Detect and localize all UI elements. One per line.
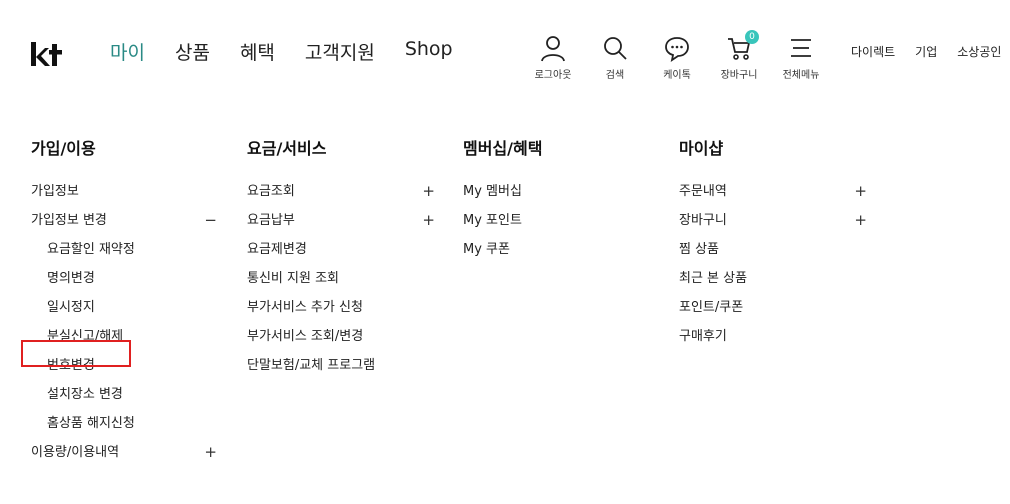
logout-label: 로그아웃 [534, 70, 572, 81]
column-title: 멤버십/혜택 [463, 139, 543, 158]
menu-column-join-use: 가입/이용 가입정보 가입정보 변경 − 요금할인 재약정 명의변경 일시정지 … [31, 135, 217, 467]
menu-item-label: 이용량/이용내역 [31, 445, 120, 460]
menu-item-join-info-change[interactable]: 가입정보 변경 − [31, 206, 217, 235]
cart-label: 장바구니 [720, 70, 758, 81]
nav-products[interactable]: 상품 [175, 38, 210, 65]
expand-icon[interactable]: + [854, 206, 867, 235]
menu-column-billing-service: 요금/서비스 요금조회 + 요금납부 + 요금제변경 통신비 지원 조회 부가서… [247, 135, 435, 380]
menu-item-reviews[interactable]: 구매후기 [679, 322, 867, 351]
menu-item-wishlist[interactable]: 찜 상품 [679, 235, 867, 264]
menu-icon [791, 39, 811, 57]
collapse-icon[interactable]: − [204, 206, 217, 235]
link-direct[interactable]: 다이렉트 [851, 43, 895, 60]
submenu-item-suspend[interactable]: 일시정지 [31, 293, 217, 322]
expand-icon[interactable]: + [854, 177, 867, 206]
submenu-item-name-change[interactable]: 명의변경 [31, 264, 217, 293]
utility-bar: 로그아웃 검색 케이톡 0 장바구니 전체메뉴 [522, 30, 832, 81]
menu-item-label: 장바구니 [679, 213, 727, 228]
nav-support[interactable]: 고객지원 [305, 38, 375, 65]
menu-item-plan-change[interactable]: 요금제변경 [247, 235, 435, 264]
ktalk-label: 케이톡 [663, 70, 691, 81]
menu-item-bill-payment[interactable]: 요금납부 + [247, 206, 435, 235]
logout-button[interactable]: 로그아웃 [522, 34, 584, 81]
menu-item-cart[interactable]: 장바구니 + [679, 206, 867, 235]
menu-item-label: 요금조회 [247, 184, 295, 199]
menu-item-point-coupon[interactable]: 포인트/쿠폰 [679, 293, 867, 322]
all-menu-button[interactable]: 전체메뉴 [770, 34, 832, 81]
main-nav: 마이 상품 혜택 고객지원 Shop [110, 38, 483, 65]
menu-item-my-point[interactable]: My 포인트 [463, 206, 623, 235]
menu-item-usage-history[interactable]: 이용량/이용내역 + [31, 438, 217, 467]
link-business[interactable]: 기업 [915, 43, 937, 60]
all-menu-label: 전체메뉴 [782, 70, 820, 81]
link-small-business[interactable]: 소상공인 [957, 43, 1001, 60]
chat-icon [665, 37, 689, 62]
person-icon [541, 36, 565, 62]
menu-item-device-insurance[interactable]: 단말보험/교체 프로그램 [247, 351, 435, 380]
menu-item-label: 가입정보 변경 [31, 213, 107, 228]
column-title: 가입/이용 [31, 139, 96, 158]
menu-item-addon-change[interactable]: 부가서비스 조회/변경 [247, 322, 435, 351]
kt-logo[interactable] [30, 40, 64, 68]
search-button[interactable]: 검색 [584, 34, 646, 81]
menu-item-addon-request[interactable]: 부가서비스 추가 신청 [247, 293, 435, 322]
expand-icon[interactable]: + [422, 177, 435, 206]
cart-count-badge: 0 [745, 30, 759, 44]
expand-icon[interactable]: + [422, 206, 435, 235]
nav-my[interactable]: 마이 [110, 38, 145, 65]
submenu-item-discount-renewal[interactable]: 요금할인 재약정 [31, 235, 217, 264]
search-label: 검색 [605, 70, 625, 81]
menu-item-order-history[interactable]: 주문내역 + [679, 177, 867, 206]
submenu-item-install-location-change[interactable]: 설치장소 변경 [31, 380, 217, 409]
nav-shop[interactable]: Shop [405, 38, 453, 65]
expand-icon[interactable]: + [204, 438, 217, 467]
menu-item-my-coupon[interactable]: My 쿠폰 [463, 235, 623, 264]
column-title: 요금/서비스 [247, 139, 327, 158]
menu-column-membership: 멤버십/혜택 My 멤버십 My 포인트 My 쿠폰 [463, 135, 623, 264]
menu-column-myshop: 마이샵 주문내역 + 장바구니 + 찜 상품 최근 본 상품 포인트/쿠폰 구매… [679, 135, 867, 351]
submenu-item-home-product-cancel[interactable]: 홈상품 해지신청 [31, 409, 217, 438]
menu-item-telecom-support[interactable]: 통신비 지원 조회 [247, 264, 435, 293]
cart-button[interactable]: 0 장바구니 [708, 30, 770, 81]
menu-item-label: 요금납부 [247, 213, 295, 228]
menu-item-recently-viewed[interactable]: 최근 본 상품 [679, 264, 867, 293]
search-icon [604, 37, 627, 60]
menu-item-my-membership[interactable]: My 멤버십 [463, 177, 623, 206]
header-links: 다이렉트 기업 소상공인 [851, 43, 1010, 60]
nav-benefits[interactable]: 혜택 [240, 38, 275, 65]
menu-item-bill-inquiry[interactable]: 요금조회 + [247, 177, 435, 206]
column-title: 마이샵 [679, 139, 724, 158]
highlight-box [21, 340, 131, 367]
menu-item-join-info[interactable]: 가입정보 [31, 177, 217, 206]
menu-item-label: 주문내역 [679, 184, 727, 199]
ktalk-button[interactable]: 케이톡 [646, 34, 708, 81]
